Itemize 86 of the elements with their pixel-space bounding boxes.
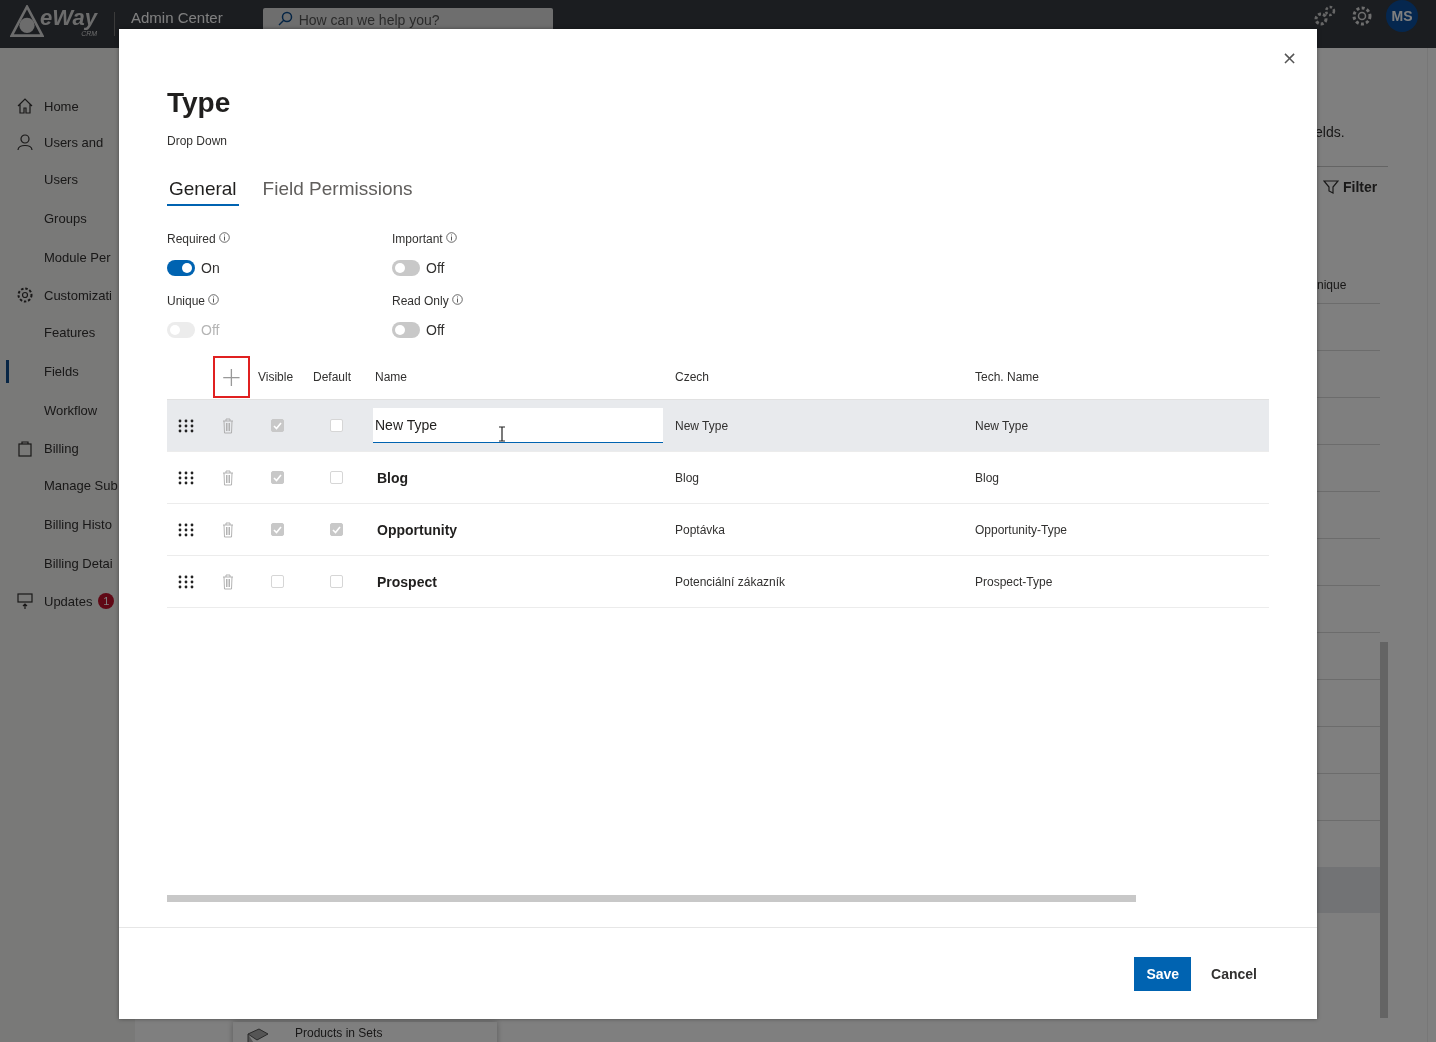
toggle-state: Off (201, 322, 220, 338)
table-row[interactable]: Prospect Potenciální zákazník Prospect-Type (167, 556, 1269, 608)
logo-text: eWay (40, 6, 98, 30)
checkbox[interactable] (271, 523, 284, 536)
table-row[interactable]: Blog Blog Blog (167, 452, 1269, 504)
drag-handle-icon[interactable] (178, 574, 194, 589)
setting-label: Read Only (392, 294, 449, 308)
table-cell: Potenciální zákazník (675, 574, 786, 589)
column-header: Default (313, 369, 352, 384)
drag-handle-icon[interactable] (178, 470, 194, 485)
sidebar-item[interactable]: Users and (0, 124, 135, 160)
close-button[interactable]: × (1275, 45, 1303, 70)
add-button[interactable]: + (213, 355, 250, 398)
toggle-switch[interactable] (167, 260, 195, 276)
setting-label: Required (167, 232, 216, 246)
gear-icon (16, 286, 34, 304)
table-cell: Blog (675, 470, 700, 485)
monitor-icon (16, 592, 34, 610)
checkbox[interactable] (271, 419, 284, 432)
dialog-title: Type (167, 87, 232, 119)
scrollbar[interactable] (1380, 642, 1388, 1018)
tab[interactable]: Field Permissions (260, 176, 415, 206)
column-header: nique (1317, 278, 1348, 292)
home-icon (16, 97, 34, 115)
drag-handle-icon[interactable] (178, 522, 194, 537)
table-cell: New Type (675, 418, 729, 433)
checkbox[interactable] (329, 523, 343, 536)
toggle-state: Off (426, 260, 445, 276)
table-cell-text: Blog (376, 469, 409, 486)
toggle-state: On (201, 260, 220, 276)
user-avatar[interactable]: MS (1386, 0, 1418, 32)
checkbox[interactable] (271, 471, 284, 484)
sidebar-item[interactable]: Fields (0, 352, 135, 391)
table-cell: Prospect-Type (975, 574, 1053, 589)
text-cursor-icon (498, 426, 506, 442)
card[interactable]: Products in Sets (233, 1022, 497, 1042)
trash-icon[interactable] (221, 469, 234, 486)
trash-icon[interactable] (221, 573, 234, 590)
funnel-icon (1323, 179, 1339, 195)
scrollbar[interactable] (167, 895, 1136, 902)
checkbox[interactable] (329, 575, 343, 588)
setting-label: Unique (167, 294, 206, 308)
setting-label: Important (392, 232, 443, 246)
drag-handle-icon[interactable] (178, 418, 194, 433)
bag-icon (16, 439, 34, 457)
toggle-state: Off (426, 322, 445, 338)
table-cell-text: Prospect (376, 573, 437, 590)
column-header: Tech. Name (975, 369, 1040, 384)
dialog-subtitle: Drop Down (167, 134, 229, 148)
sidebar-item[interactable]: Customizati (0, 277, 135, 313)
info-icon[interactable] (445, 232, 457, 243)
table-row[interactable]: New Type New Type New Type (167, 400, 1269, 452)
sidebar-item[interactable]: Home (0, 88, 135, 124)
trash-icon[interactable] (221, 521, 234, 538)
box-icon (245, 1026, 271, 1042)
checkbox[interactable] (271, 575, 284, 588)
search-field[interactable]: How can we help you? (262, 8, 553, 29)
column-header: Visible (258, 369, 294, 384)
info-icon[interactable] (451, 294, 463, 305)
search-icon (276, 11, 293, 27)
toggle-switch[interactable] (392, 322, 420, 338)
tab[interactable]: General (167, 176, 239, 206)
checkbox[interactable] (329, 471, 343, 484)
table-row[interactable] (1317, 867, 1380, 913)
table-cell: Poptávka (675, 522, 726, 537)
filter-button[interactable]: Filter (1323, 179, 1388, 195)
table-cell-text: Opportunity (376, 521, 458, 538)
count-badge: 1 (98, 593, 115, 609)
table-cell: Blog (975, 470, 1000, 485)
info-icon[interactable] (218, 232, 230, 243)
save-button[interactable]: Save (1134, 956, 1192, 991)
column-header: Czech (675, 369, 709, 384)
person-icon (16, 133, 34, 151)
table-cell: Opportunity-Type (975, 522, 1068, 537)
settings-icon[interactable] (1350, 4, 1374, 28)
checkbox[interactable] (329, 419, 343, 432)
info-icon[interactable] (208, 294, 220, 305)
app-title: Admin Center (131, 9, 223, 26)
sidebar-item[interactable]: Updates 1 (0, 583, 135, 619)
trash-icon[interactable] (221, 417, 234, 434)
name-input[interactable]: New Type (373, 408, 663, 443)
table-row[interactable]: Opportunity Poptávka Opportunity-Type (167, 504, 1269, 556)
table-cell: New Type (975, 418, 1029, 433)
column-header: Name (375, 369, 407, 384)
toggle-switch[interactable] (392, 260, 420, 276)
sidebar-item[interactable]: Billing (0, 430, 135, 466)
